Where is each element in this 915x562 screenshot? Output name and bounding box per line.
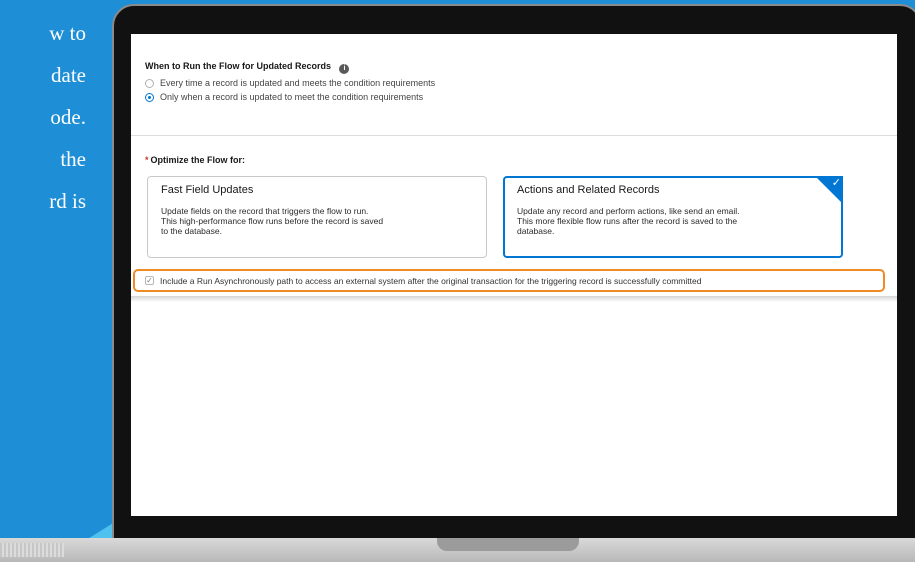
radio-option-only-when[interactable]: Only when a record is updated to meet th…	[145, 92, 435, 102]
run-section: When to Run the Flow for Updated Records…	[145, 56, 435, 102]
scroll-shadow	[131, 296, 897, 302]
side-paragraph: w to date ode. the rd is	[0, 12, 86, 222]
side-line: the	[60, 147, 86, 171]
side-line: ode.	[50, 105, 86, 129]
optimize-label: Optimize the Flow for:	[150, 155, 246, 165]
async-checkbox[interactable]: ✓	[145, 276, 154, 285]
radio-button[interactable]	[145, 78, 154, 88]
card-actions-related-records[interactable]: ✓ Actions and Related Records Update any…	[503, 176, 843, 258]
radio-button-selected[interactable]	[145, 92, 154, 102]
selected-corner: ✓	[815, 176, 843, 204]
card-fast-field-updates[interactable]: Fast Field Updates Update fields on the …	[147, 176, 487, 258]
info-icon[interactable]: i	[339, 64, 350, 74]
radio-option-every-time[interactable]: Every time a record is updated and meets…	[145, 78, 435, 88]
check-icon: ✓	[831, 177, 841, 189]
async-label: Include a Run Asynchronously path to acc…	[160, 275, 702, 286]
side-line: date	[51, 63, 86, 87]
side-line: rd is	[49, 189, 86, 213]
divider	[131, 135, 897, 136]
laptop-base-notch	[437, 538, 579, 551]
laptop-screen: When to Run the Flow for Updated Records…	[131, 34, 897, 516]
run-section-heading: When to Run the Flow for Updated Records…	[145, 56, 435, 74]
card-title: Fast Field Updates	[161, 184, 254, 196]
card-title: Actions and Related Records	[517, 184, 660, 196]
card-description: Update fields on the record that trigger…	[161, 206, 384, 236]
run-async-option[interactable]: ✓ Include a Run Asynchronously path to a…	[133, 269, 885, 292]
card-description: Update any record and perform actions, l…	[517, 206, 740, 236]
laptop-base-grille	[0, 543, 64, 557]
side-line: w to	[49, 21, 86, 45]
radio-label: Every time a record is updated and meets…	[160, 78, 436, 88]
run-section-label: When to Run the Flow for Updated Records	[145, 61, 331, 71]
radio-label: Only when a record is updated to meet th…	[160, 92, 424, 102]
required-asterisk: *	[145, 155, 149, 165]
optimize-section-heading: * Optimize the Flow for:	[145, 150, 245, 168]
